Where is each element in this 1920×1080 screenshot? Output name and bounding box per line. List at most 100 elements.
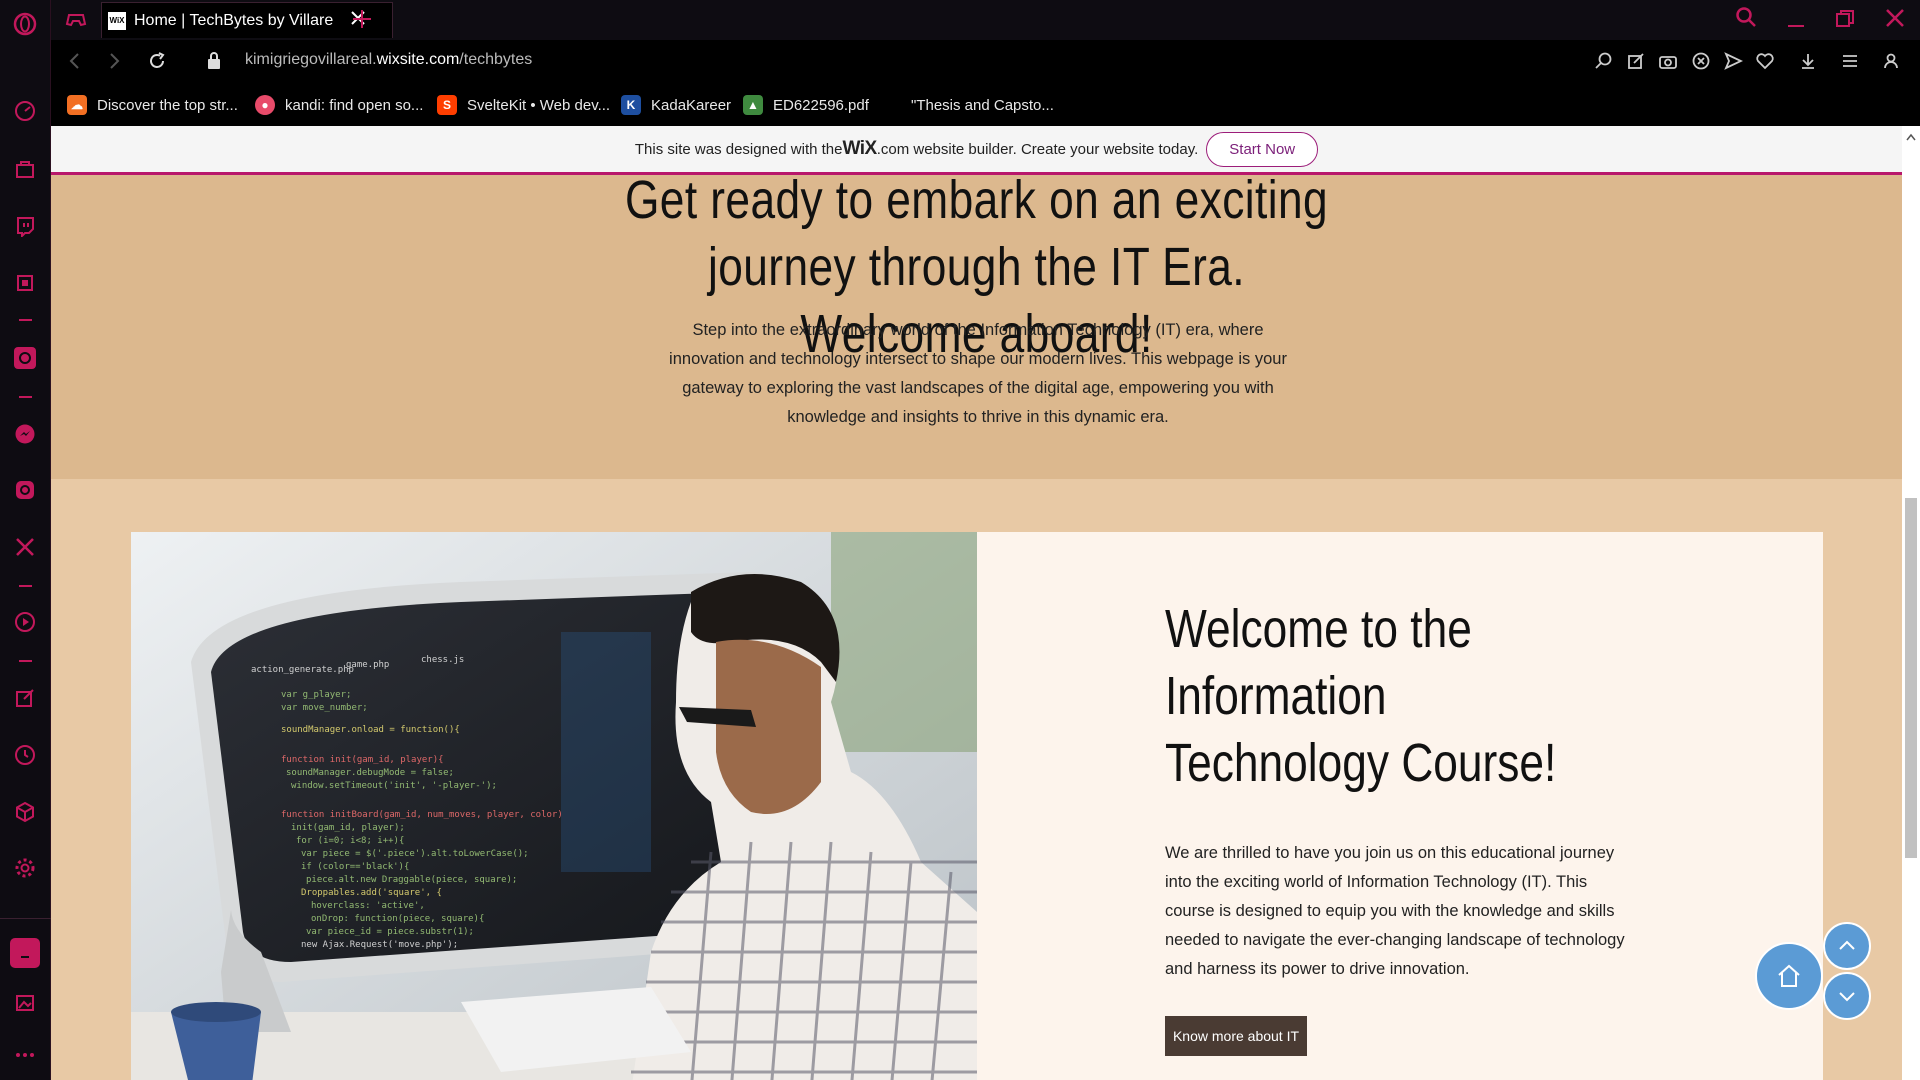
svg-text:if (color=='black'){: if (color=='black'){ <box>301 862 409 872</box>
scroll-down-button[interactable] <box>1823 972 1871 1020</box>
bookmark-label: Discover the top str... <box>97 96 238 114</box>
course-heading: Welcome to the Information Technology Co… <box>1165 599 1557 793</box>
svg-text:var piece_id = piece.substr(1): var piece_id = piece.substr(1); <box>306 927 474 937</box>
pdf-icon: ▲ <box>743 95 763 115</box>
svg-text:chess.js: chess.js <box>421 655 464 665</box>
snapshot-camera-icon[interactable] <box>1658 51 1678 76</box>
history-icon[interactable] <box>13 743 37 767</box>
kadakareer-icon: K <box>621 95 641 115</box>
back-icon[interactable] <box>65 51 85 76</box>
scroll-up-arrow-icon[interactable] <box>1906 128 1916 146</box>
send-icon[interactable] <box>1723 51 1744 76</box>
svg-text:piece.alt.new Draggable(piece,: piece.alt.new Draggable(piece, square); <box>306 875 517 885</box>
svg-text:var move_number;: var move_number; <box>281 703 368 713</box>
zoom-search-icon[interactable] <box>1594 51 1614 76</box>
extension-chip-icon[interactable] <box>13 271 37 295</box>
wix-banner-text-after: .com website builder. Create your websit… <box>876 140 1199 158</box>
course-body: We are thrilled to have you join us on t… <box>1165 844 1625 978</box>
gallery-icon[interactable] <box>13 991 37 1015</box>
svg-text:window.setTimeout('init', '-pl: window.setTimeout('init', '-player-'); <box>291 781 497 791</box>
speed-dial-icon[interactable] <box>13 99 37 123</box>
svg-text:Droppables.add('square', {: Droppables.add('square', { <box>301 888 442 898</box>
x-twitter-icon[interactable] <box>13 535 37 559</box>
bookmark-kadakareer[interactable]: K KadaKareer <box>621 84 731 126</box>
search-tabs-icon[interactable] <box>1735 6 1757 33</box>
twitch-icon[interactable] <box>13 214 37 238</box>
svg-text:onDrop: function(piece, square: onDrop: function(piece, square){ <box>311 914 484 924</box>
player-icon[interactable] <box>13 610 37 634</box>
wix-banner-text-before: This site was designed with the <box>634 140 843 158</box>
app-icon[interactable] <box>10 938 40 968</box>
bookmark-label: "Thesis and Capsto... <box>911 96 1054 114</box>
tab-title: Home | TechBytes by Villare <box>134 11 334 29</box>
bookmark-pdf[interactable]: ▲ ED622596.pdf <box>743 84 869 126</box>
kandi-icon: ● <box>255 95 275 115</box>
instagram-icon[interactable] <box>13 478 37 502</box>
shop-icon[interactable] <box>13 157 37 181</box>
developer-photo: action_generate.php game.php chess.js va… <box>131 532 977 1080</box>
cube-icon[interactable] <box>13 800 37 824</box>
new-tab-plus-icon[interactable] <box>351 8 373 35</box>
svg-text:action_generate.php: action_generate.php <box>251 665 354 675</box>
svg-text:init(gam_id, player);: init(gam_id, player); <box>291 823 405 833</box>
tab-bar: WiX Home | TechBytes by Villare <box>51 0 1920 40</box>
svg-text:var piece = $('.piece').alt.to: var piece = $('.piece').alt.toLowerCase(… <box>301 849 529 859</box>
know-more-button[interactable]: Know more about IT <box>1165 1016 1307 1056</box>
course-card: action_generate.php game.php chess.js va… <box>131 532 1823 1080</box>
reload-icon[interactable] <box>147 51 167 76</box>
soundcloud-icon: ☁ <box>67 95 87 115</box>
close-window-icon[interactable] <box>1884 7 1906 34</box>
chatgpt-icon[interactable] <box>13 346 37 370</box>
scrollbar-thumb[interactable] <box>1905 498 1917 858</box>
bookmark-label: ED622596.pdf <box>773 96 869 114</box>
adblock-icon[interactable] <box>1691 51 1711 76</box>
pinboard-icon[interactable] <box>13 686 37 710</box>
svg-text:var g_player;: var g_player; <box>281 690 351 700</box>
heart-icon[interactable] <box>1755 51 1775 76</box>
bookmarks-bar: ☁ Discover the top str... ● kandi: find op… <box>51 84 1920 126</box>
active-tab[interactable]: WiX Home | TechBytes by Villare <box>101 2 393 38</box>
svg-text:soundManager.onload = function: soundManager.onload = function(){ <box>281 725 460 735</box>
lock-icon[interactable] <box>206 51 222 76</box>
download-icon[interactable] <box>1798 51 1818 76</box>
wix-brand: WiX <box>842 138 877 159</box>
svg-text:function init(gam_id, player){: function init(gam_id, player){ <box>281 755 444 765</box>
address-bar: kimigriegovillareal.wixsite.com/techbyte… <box>51 40 1920 84</box>
bookmark-label: kandi: find open so... <box>285 96 424 114</box>
svg-text:hoverclass: 'active',: hoverclass: 'active', <box>311 901 425 911</box>
messenger-icon[interactable] <box>13 422 37 446</box>
svg-text:soundManager.debugMode = false: soundManager.debugMode = false; <box>286 768 454 778</box>
url-host-prefix: kimigriegovillareal. <box>245 51 377 68</box>
gaming-controller-icon[interactable] <box>65 8 87 35</box>
scroll-up-button[interactable] <box>1823 922 1871 970</box>
settings-gear-icon[interactable] <box>13 856 37 880</box>
web-page: This site was designed with the WiX .com… <box>51 126 1902 1080</box>
forward-icon[interactable] <box>104 51 124 76</box>
bookmark-sveltekit[interactable]: S SvelteKit • Web dev... <box>437 84 610 126</box>
bookmark-kandi[interactable]: ● kandi: find open so... <box>255 84 423 126</box>
wix-favicon-icon: WiX <box>108 11 126 30</box>
hero-section: Get ready to embark on an exciting journ… <box>51 170 1902 479</box>
svg-text:for (i=0; i<8; i++){: for (i=0; i<8; i++){ <box>296 836 404 846</box>
bookmark-soundcloud[interactable]: ☁ Discover the top str... <box>67 84 238 126</box>
url-path: /techbytes <box>459 51 533 68</box>
profile-icon[interactable] <box>1881 51 1901 76</box>
hero-body: Step into the extraordinary world of the… <box>669 321 1287 426</box>
home-fab[interactable] <box>1755 942 1823 1010</box>
svg-text:game.php: game.php <box>346 660 389 670</box>
minimize-icon[interactable] <box>1785 8 1807 35</box>
browser-sidebar <box>0 0 51 1080</box>
opera-logo-icon[interactable] <box>13 12 37 36</box>
bookmark-label: KadaKareer <box>651 96 732 114</box>
bookmark-thesis[interactable]: "Thesis and Capsto... <box>911 84 1054 126</box>
share-edit-icon[interactable] <box>1626 51 1646 76</box>
more-icon[interactable] <box>13 1043 37 1067</box>
start-now-button[interactable]: Start Now <box>1206 131 1319 167</box>
svg-text:new Ajax.Request('move.php');: new Ajax.Request('move.php'); <box>301 940 458 950</box>
bookmark-label: SvelteKit • Web dev... <box>467 96 611 114</box>
easy-setup-icon[interactable] <box>1840 51 1860 76</box>
url-field[interactable]: kimigriegovillareal.wixsite.com/techbyte… <box>245 51 532 69</box>
url-host-domain: wixsite.com <box>376 51 460 68</box>
restore-icon[interactable] <box>1834 8 1856 35</box>
svg-text:function initBoard(gam_id, num: function initBoard(gam_id, num_moves, pl… <box>281 810 563 820</box>
